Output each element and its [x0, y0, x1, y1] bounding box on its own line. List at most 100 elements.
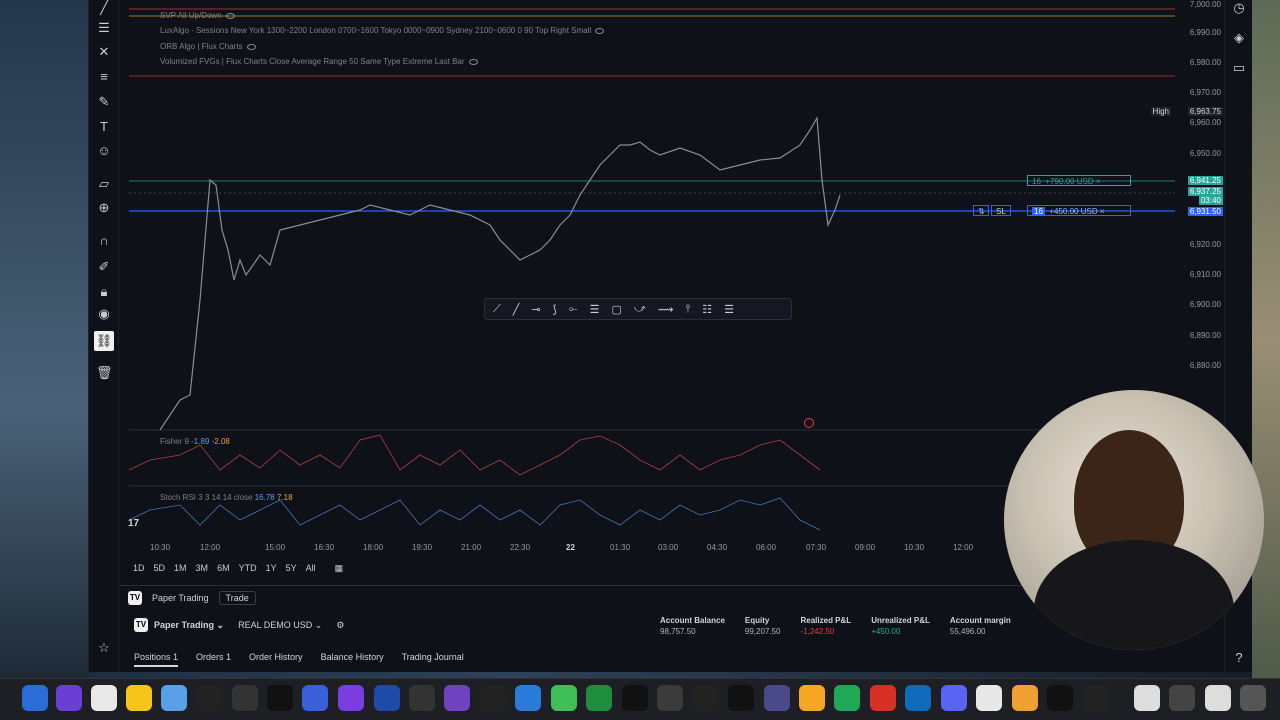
indicator-svp[interactable]: SVP All Up/Down	[160, 11, 235, 20]
reverse-icon[interactable]: ⇅	[973, 205, 989, 216]
tab-order-history[interactable]: Order History	[249, 652, 303, 667]
tab-orders[interactable]: Orders 1	[196, 652, 231, 667]
app-icon[interactable]	[161, 685, 187, 711]
zoom-icon[interactable]: ⊕	[96, 200, 112, 216]
app-icon[interactable]	[1083, 685, 1109, 711]
close-icon[interactable]: ×	[1096, 177, 1101, 186]
eye-icon[interactable]	[225, 12, 235, 19]
calendar-icon[interactable]: ▦	[335, 563, 344, 574]
cursor-icon[interactable]: ╱	[96, 0, 112, 16]
eye-icon[interactable]	[468, 58, 478, 65]
alert-icon[interactable]	[804, 418, 814, 428]
trash-icon[interactable]: 🗑︎	[96, 365, 113, 381]
range-5d[interactable]: 5D	[154, 563, 166, 574]
account-selector[interactable]: REAL DEMO USD ⌄	[238, 620, 322, 631]
indicator-fisher[interactable]: Fisher 9 -1.89 -2.08	[160, 437, 230, 446]
star-icon[interactable]: ☆	[96, 640, 112, 656]
range-6m[interactable]: 6M	[217, 563, 230, 574]
pattern-icon[interactable]: ≡	[96, 69, 112, 85]
document-icon[interactable]	[1134, 685, 1160, 711]
app-icon[interactable]	[197, 685, 223, 711]
more-icon[interactable]: ☰	[724, 303, 734, 316]
fib-icon[interactable]: ✕	[96, 44, 112, 60]
vertical-line-icon[interactable]: ⫯	[685, 303, 690, 316]
app-icon[interactable]	[622, 685, 648, 711]
chat-icon[interactable]: ▭	[1231, 60, 1247, 76]
emoji-icon[interactable]: ☺	[96, 143, 112, 159]
trash-icon[interactable]	[1240, 685, 1266, 711]
app-icon[interactable]	[1012, 685, 1038, 711]
app-icon[interactable]	[1169, 685, 1195, 711]
app-icon[interactable]	[56, 685, 82, 711]
app-icon[interactable]	[1047, 685, 1073, 711]
broker-selector[interactable]: Paper Trading ⌄	[154, 620, 224, 631]
settings-icon[interactable]: ⚙	[336, 620, 344, 631]
indicator-fvg[interactable]: Volumized FVGs | Flux Charts Close Avera…	[160, 57, 478, 66]
app-icon[interactable]	[409, 685, 435, 711]
github-app-icon[interactable]	[338, 685, 364, 711]
app-icon[interactable]	[302, 685, 328, 711]
app-icon[interactable]	[515, 685, 541, 711]
range-all[interactable]: All	[306, 563, 316, 574]
range-1y[interactable]: 1Y	[266, 563, 277, 574]
indicator-orb[interactable]: ORB Algo | Flux Charts	[160, 42, 256, 51]
layers-icon[interactable]: ◈	[1231, 30, 1247, 46]
take-profit-label[interactable]: 16 +790.00 USD ×	[1027, 175, 1131, 186]
range-ytd[interactable]: YTD	[239, 563, 257, 574]
app-icon[interactable]	[728, 685, 754, 711]
calendar-app-icon[interactable]	[22, 685, 48, 711]
position-label[interactable]: 16 +450.00 USD ×	[1027, 205, 1131, 216]
app-icon[interactable]	[444, 685, 470, 711]
range-3m[interactable]: 3M	[196, 563, 209, 574]
trade-button[interactable]: Trade	[218, 591, 256, 605]
indicator-luxalgo[interactable]: LuxAlgo - Sessions New York 1300~2200 Lo…	[160, 26, 605, 35]
sl-button[interactable]: SL	[991, 205, 1011, 216]
horizontal-line-icon[interactable]: ⊸	[531, 303, 540, 316]
app-icon[interactable]	[764, 685, 790, 711]
eye-icon[interactable]: ◉	[96, 306, 112, 322]
polyline-icon[interactable]: ⟿	[658, 303, 674, 316]
indicator-stoch[interactable]: Stoch RSI 3 3 14 14 close 16.78 7.18	[160, 493, 293, 502]
text-icon[interactable]: T	[96, 119, 112, 135]
rectangle-icon[interactable]: ▢	[612, 303, 622, 316]
live-app-icon[interactable]	[551, 685, 577, 711]
path-tool-icon[interactable]: ⟆	[553, 303, 557, 316]
tab-positions[interactable]: Positions 1	[134, 652, 179, 667]
horizontal-ray-icon[interactable]: ⟜	[569, 303, 578, 316]
tradingview-app-icon[interactable]	[267, 685, 293, 711]
tab-trading-journal[interactable]: Trading Journal	[402, 652, 464, 667]
discord-app-icon[interactable]	[941, 685, 967, 711]
app-icon[interactable]	[374, 685, 400, 711]
range-1d[interactable]: 1D	[133, 563, 145, 574]
help-icon[interactable]: ?	[1231, 650, 1247, 666]
close-icon[interactable]: ×	[1100, 207, 1105, 216]
ray-tool-icon[interactable]: ╱	[513, 303, 520, 316]
app-icon[interactable]	[693, 685, 719, 711]
link-icon[interactable]: ⛓	[94, 331, 114, 351]
phone-app-icon[interactable]	[834, 685, 860, 711]
magnet-icon[interactable]: ∩	[96, 233, 112, 249]
trendline-icon[interactable]: ☰	[96, 20, 112, 36]
app-icon[interactable]	[586, 685, 612, 711]
eye-icon[interactable]	[246, 43, 256, 50]
clock-icon[interactable]: ◷	[1231, 0, 1247, 16]
app-icon[interactable]	[232, 685, 258, 711]
parallel-channel-icon[interactable]: ☰	[590, 303, 600, 316]
app-icon[interactable]	[657, 685, 683, 711]
outlook-app-icon[interactable]	[905, 685, 931, 711]
ruler-icon[interactable]: ▱	[96, 176, 112, 192]
range-1m[interactable]: 1M	[174, 563, 187, 574]
tab-balance-history[interactable]: Balance History	[321, 652, 384, 667]
price-scale[interactable]: 7,000.00 6,990.00 6,980.00 6,970.00 6,96…	[1150, 0, 1225, 430]
brush-icon[interactable]: ✎	[96, 94, 112, 110]
eye-icon[interactable]	[595, 27, 605, 34]
range-5y[interactable]: 5Y	[286, 563, 297, 574]
gmail-app-icon[interactable]	[870, 685, 896, 711]
app-icon[interactable]	[1205, 685, 1231, 711]
figma-app-icon[interactable]	[480, 685, 506, 711]
lock-icon[interactable]: 🔒︎	[96, 284, 112, 300]
app-icon[interactable]	[976, 685, 1002, 711]
pencil-lock-icon[interactable]: ✐	[96, 259, 112, 275]
settings-list-icon[interactable]: ☷	[702, 303, 712, 316]
app-icon[interactable]	[126, 685, 152, 711]
